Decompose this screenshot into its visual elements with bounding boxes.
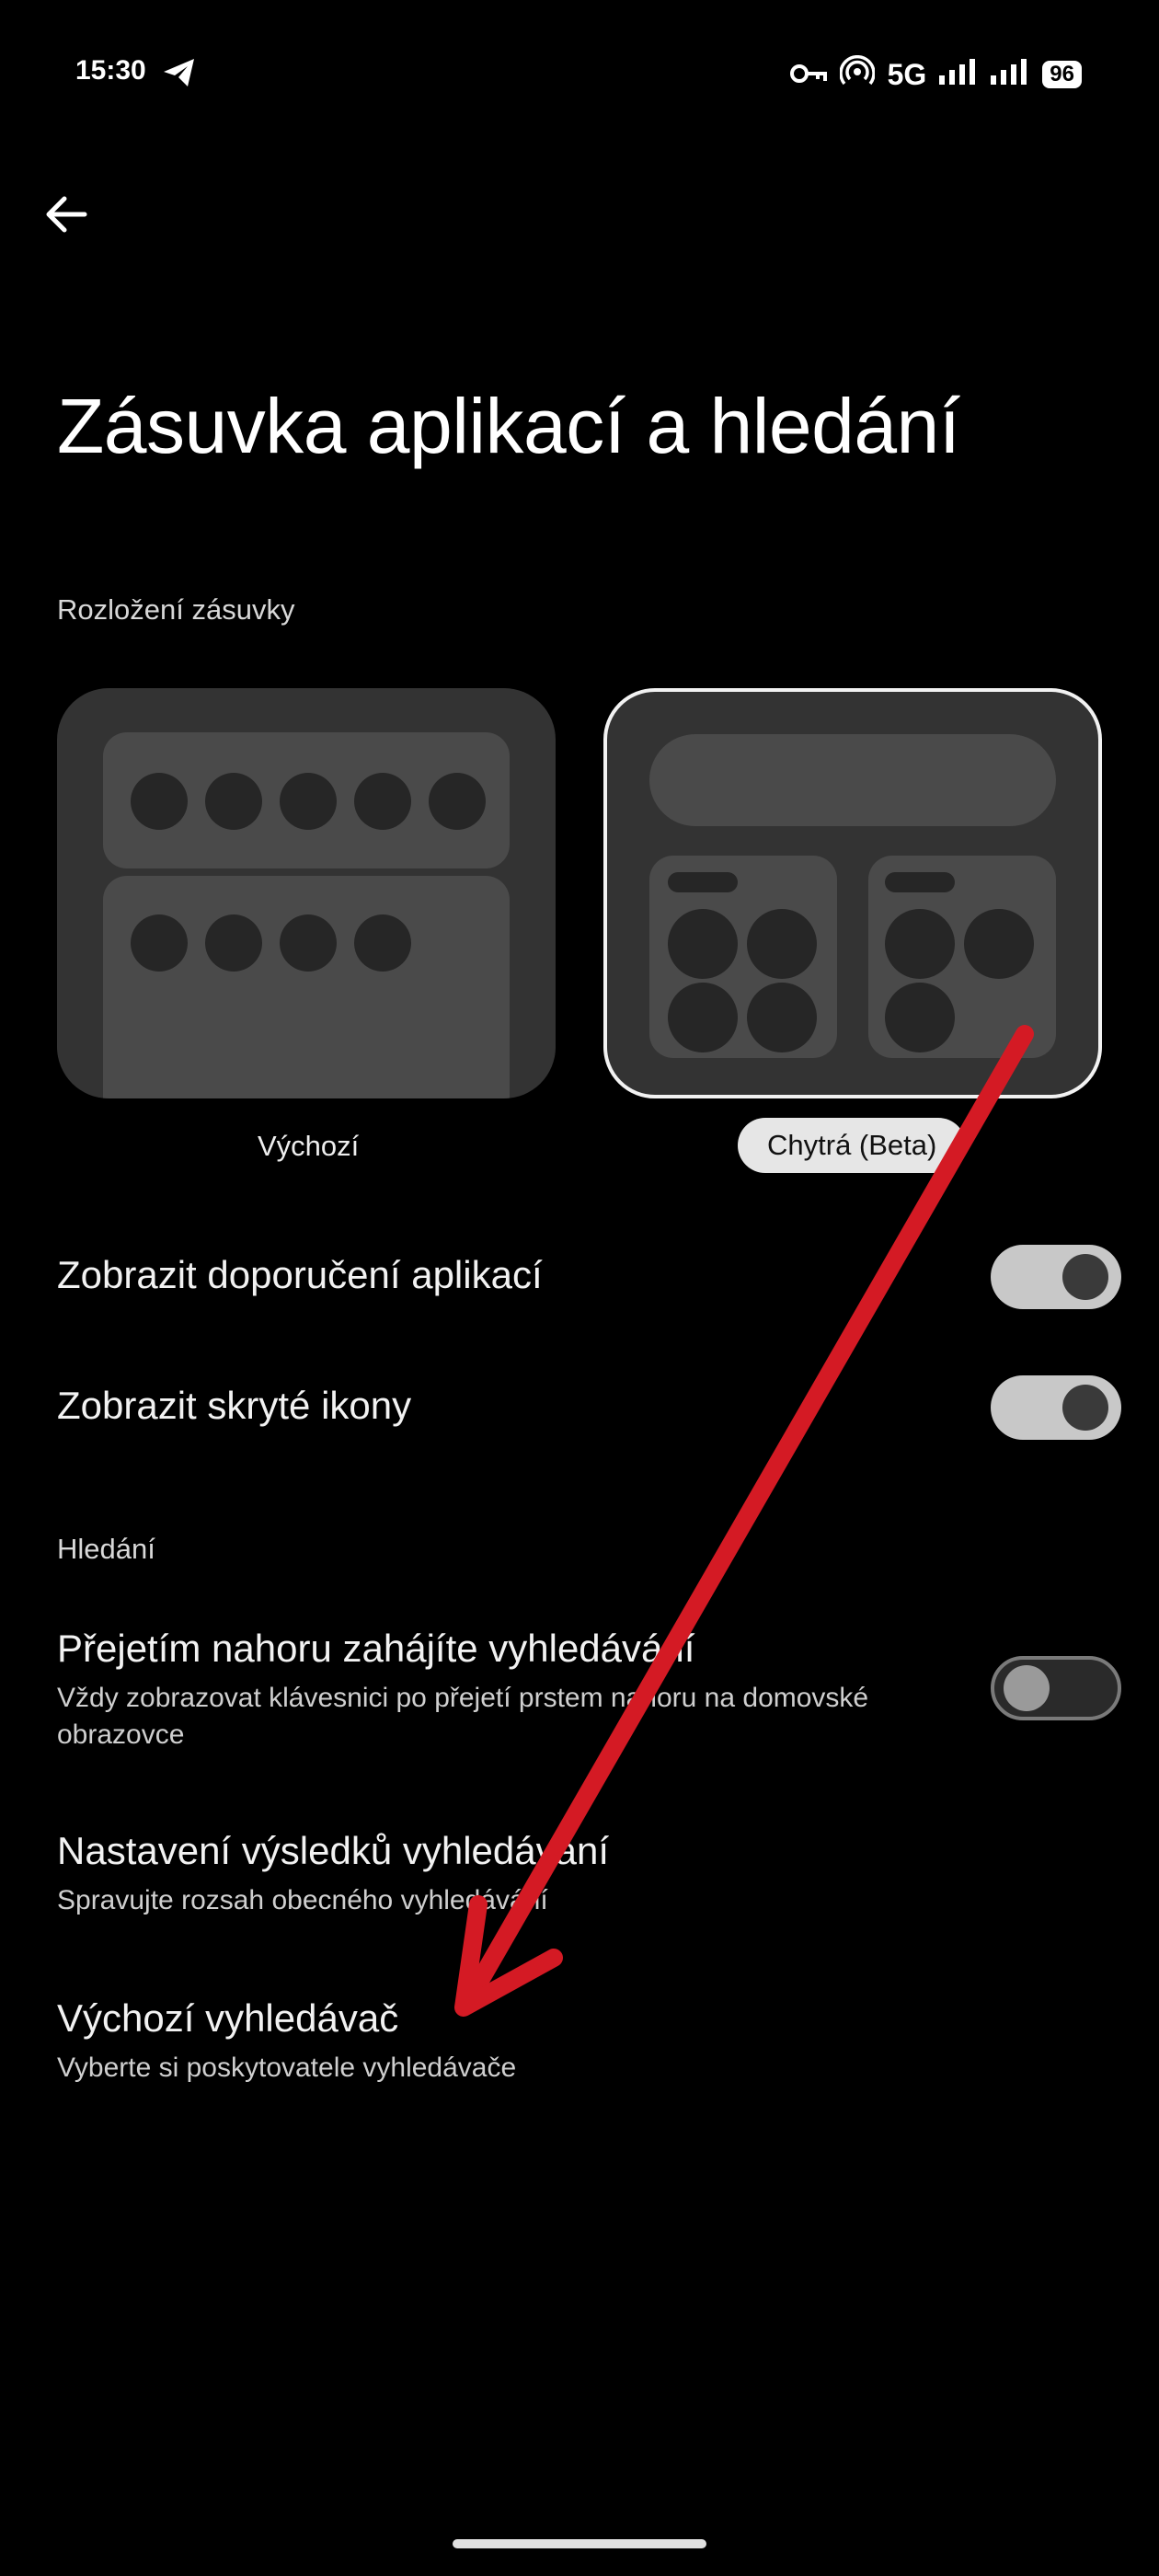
search-results-settings-title: Nastavení výsledků vyhledávání	[57, 1829, 609, 1872]
status-time: 15:30	[75, 55, 146, 86]
vpn-key-icon	[789, 58, 827, 92]
layout-option-default-label: Výchozí	[258, 1130, 360, 1162]
network-type: 5G	[887, 57, 927, 91]
search-results-settings-row[interactable]: Nastavení výsledků vyhledávání Spravujte…	[0, 1822, 1159, 1923]
swipe-up-search-row[interactable]: Přejetím nahoru zahájíte vyhledávání Vžd…	[0, 1619, 1159, 1757]
default-search-engine-subtitle: Vyberte si poskytovatele vyhledávače	[57, 2053, 517, 2083]
section-search: Hledání	[57, 1533, 155, 1565]
home-indicator[interactable]	[453, 2539, 706, 2548]
telegram-icon	[162, 57, 197, 88]
show-hidden-icons-label: Zobrazit skryté ikony	[57, 1384, 412, 1427]
swipe-up-search-toggle[interactable]	[991, 1656, 1121, 1720]
swipe-up-search-title: Přejetím nahoru zahájíte vyhledávání	[57, 1627, 695, 1670]
layout-option-smart-label: Chytrá (Beta)	[738, 1118, 967, 1173]
arrow-back-icon[interactable]	[40, 189, 92, 240]
show-hidden-icons-toggle[interactable]	[991, 1375, 1121, 1440]
status-icons: 5G 96	[789, 55, 1082, 94]
page-title: Zásuvka aplikací a hledání	[57, 383, 960, 469]
search-results-settings-subtitle: Spravujte rozsah obecného vyhledávání	[57, 1885, 548, 1915]
default-search-engine-title: Výchozí vyhledávač	[57, 1996, 399, 2040]
default-search-engine-row[interactable]: Výchozí vyhledávač Vyberte si poskytovat…	[0, 1989, 1159, 2090]
swipe-up-search-subtitle: Vždy zobrazovat klávesnici po přejetí pr…	[57, 1683, 869, 1750]
show-app-suggestions-toggle[interactable]	[991, 1245, 1121, 1309]
signal-icon	[939, 58, 978, 92]
layout-option-default[interactable]	[57, 688, 556, 1098]
section-drawer-layout: Rozložení zásuvky	[57, 593, 295, 626]
signal-icon	[991, 58, 1029, 92]
show-app-suggestions-label: Zobrazit doporučení aplikací	[57, 1253, 543, 1296]
battery-icon: 96	[1042, 61, 1082, 88]
hotspot-icon	[838, 55, 876, 94]
layout-option-smart[interactable]	[603, 688, 1102, 1098]
